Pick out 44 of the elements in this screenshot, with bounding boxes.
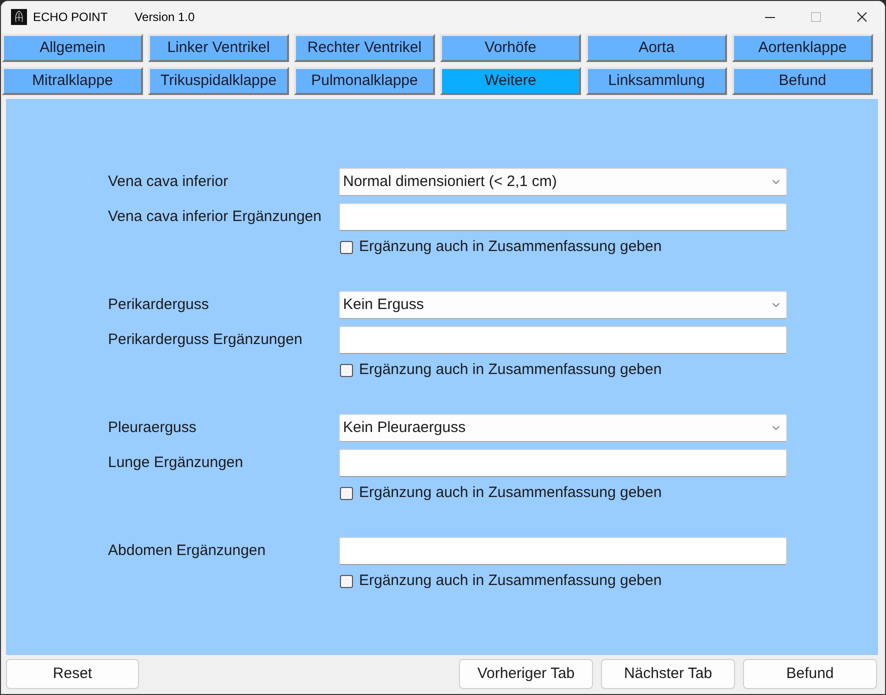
- minimize-icon: [765, 16, 775, 18]
- checkbox[interactable]: [340, 240, 353, 254]
- tab[interactable]: Aortenklappe: [732, 34, 873, 62]
- version-label: Version 1.0: [134, 9, 195, 26]
- field-label: Perikarderguss: [108, 294, 210, 315]
- tab[interactable]: Vorhöfe: [440, 34, 581, 62]
- dropdown-select[interactable]: Kein Pleuraerguss: [339, 414, 787, 442]
- tab[interactable]: Linker Ventrikel: [148, 34, 289, 62]
- footer-button[interactable]: Reset: [6, 659, 139, 689]
- field-label: Vena cava inferior: [108, 172, 230, 192]
- checkbox[interactable]: [340, 486, 353, 500]
- input-field[interactable]: [339, 449, 787, 477]
- tab[interactable]: Aorta: [586, 34, 727, 62]
- tab[interactable]: Linksammlung: [586, 67, 727, 95]
- summary-checkbox-option[interactable]: Ergänzung auch in Zusammenfassung geben: [340, 358, 662, 382]
- summary-checkbox-option[interactable]: Ergänzung auch in Zusammenfassung geben: [340, 236, 662, 258]
- field-label: Pleuraerguss: [108, 418, 198, 438]
- dropdown-select[interactable]: Kein Erguss: [339, 291, 787, 319]
- field-label: Perikarderguss Ergänzungen: [108, 330, 304, 350]
- input-field[interactable]: [339, 203, 787, 231]
- tab[interactable]: Befund: [732, 67, 873, 95]
- input-field[interactable]: [339, 326, 787, 354]
- maximize-icon: [811, 12, 821, 22]
- summary-checkbox-option[interactable]: Ergänzung auch in Zusammenfassung geben: [340, 482, 662, 504]
- checkbox[interactable]: [340, 574, 353, 588]
- footer-button[interactable]: Befund: [743, 659, 877, 689]
- tab[interactable]: Mitralklappe: [2, 67, 143, 95]
- field-label: Vena cava inferior Ergänzungen: [108, 206, 322, 227]
- close-icon: [857, 12, 867, 22]
- tab[interactable]: Weitere: [440, 67, 581, 95]
- checkbox[interactable]: [340, 364, 353, 376]
- app-logo-icon: [11, 9, 27, 25]
- tab[interactable]: Rechter Ventrikel: [294, 34, 435, 62]
- field-label: Lunge Ergänzungen: [108, 452, 244, 473]
- summary-checkbox-option[interactable]: Ergänzung auch in Zusammenfassung geben: [340, 570, 662, 592]
- window-title: ECHO POINT: [33, 9, 108, 26]
- footer-button[interactable]: Vorheriger Tab: [459, 659, 593, 689]
- tab[interactable]: Allgemein: [2, 34, 143, 62]
- field-label: Abdomen Ergänzungen: [108, 540, 267, 561]
- tab[interactable]: Pulmonalklappe: [294, 67, 435, 95]
- footer-button[interactable]: Nächster Tab: [601, 659, 735, 689]
- dropdown-select[interactable]: Normal dimensioniert (< 2,1 cm): [339, 168, 787, 196]
- input-field[interactable]: [339, 537, 787, 565]
- tab[interactable]: Trikuspidalklappe: [148, 67, 289, 95]
